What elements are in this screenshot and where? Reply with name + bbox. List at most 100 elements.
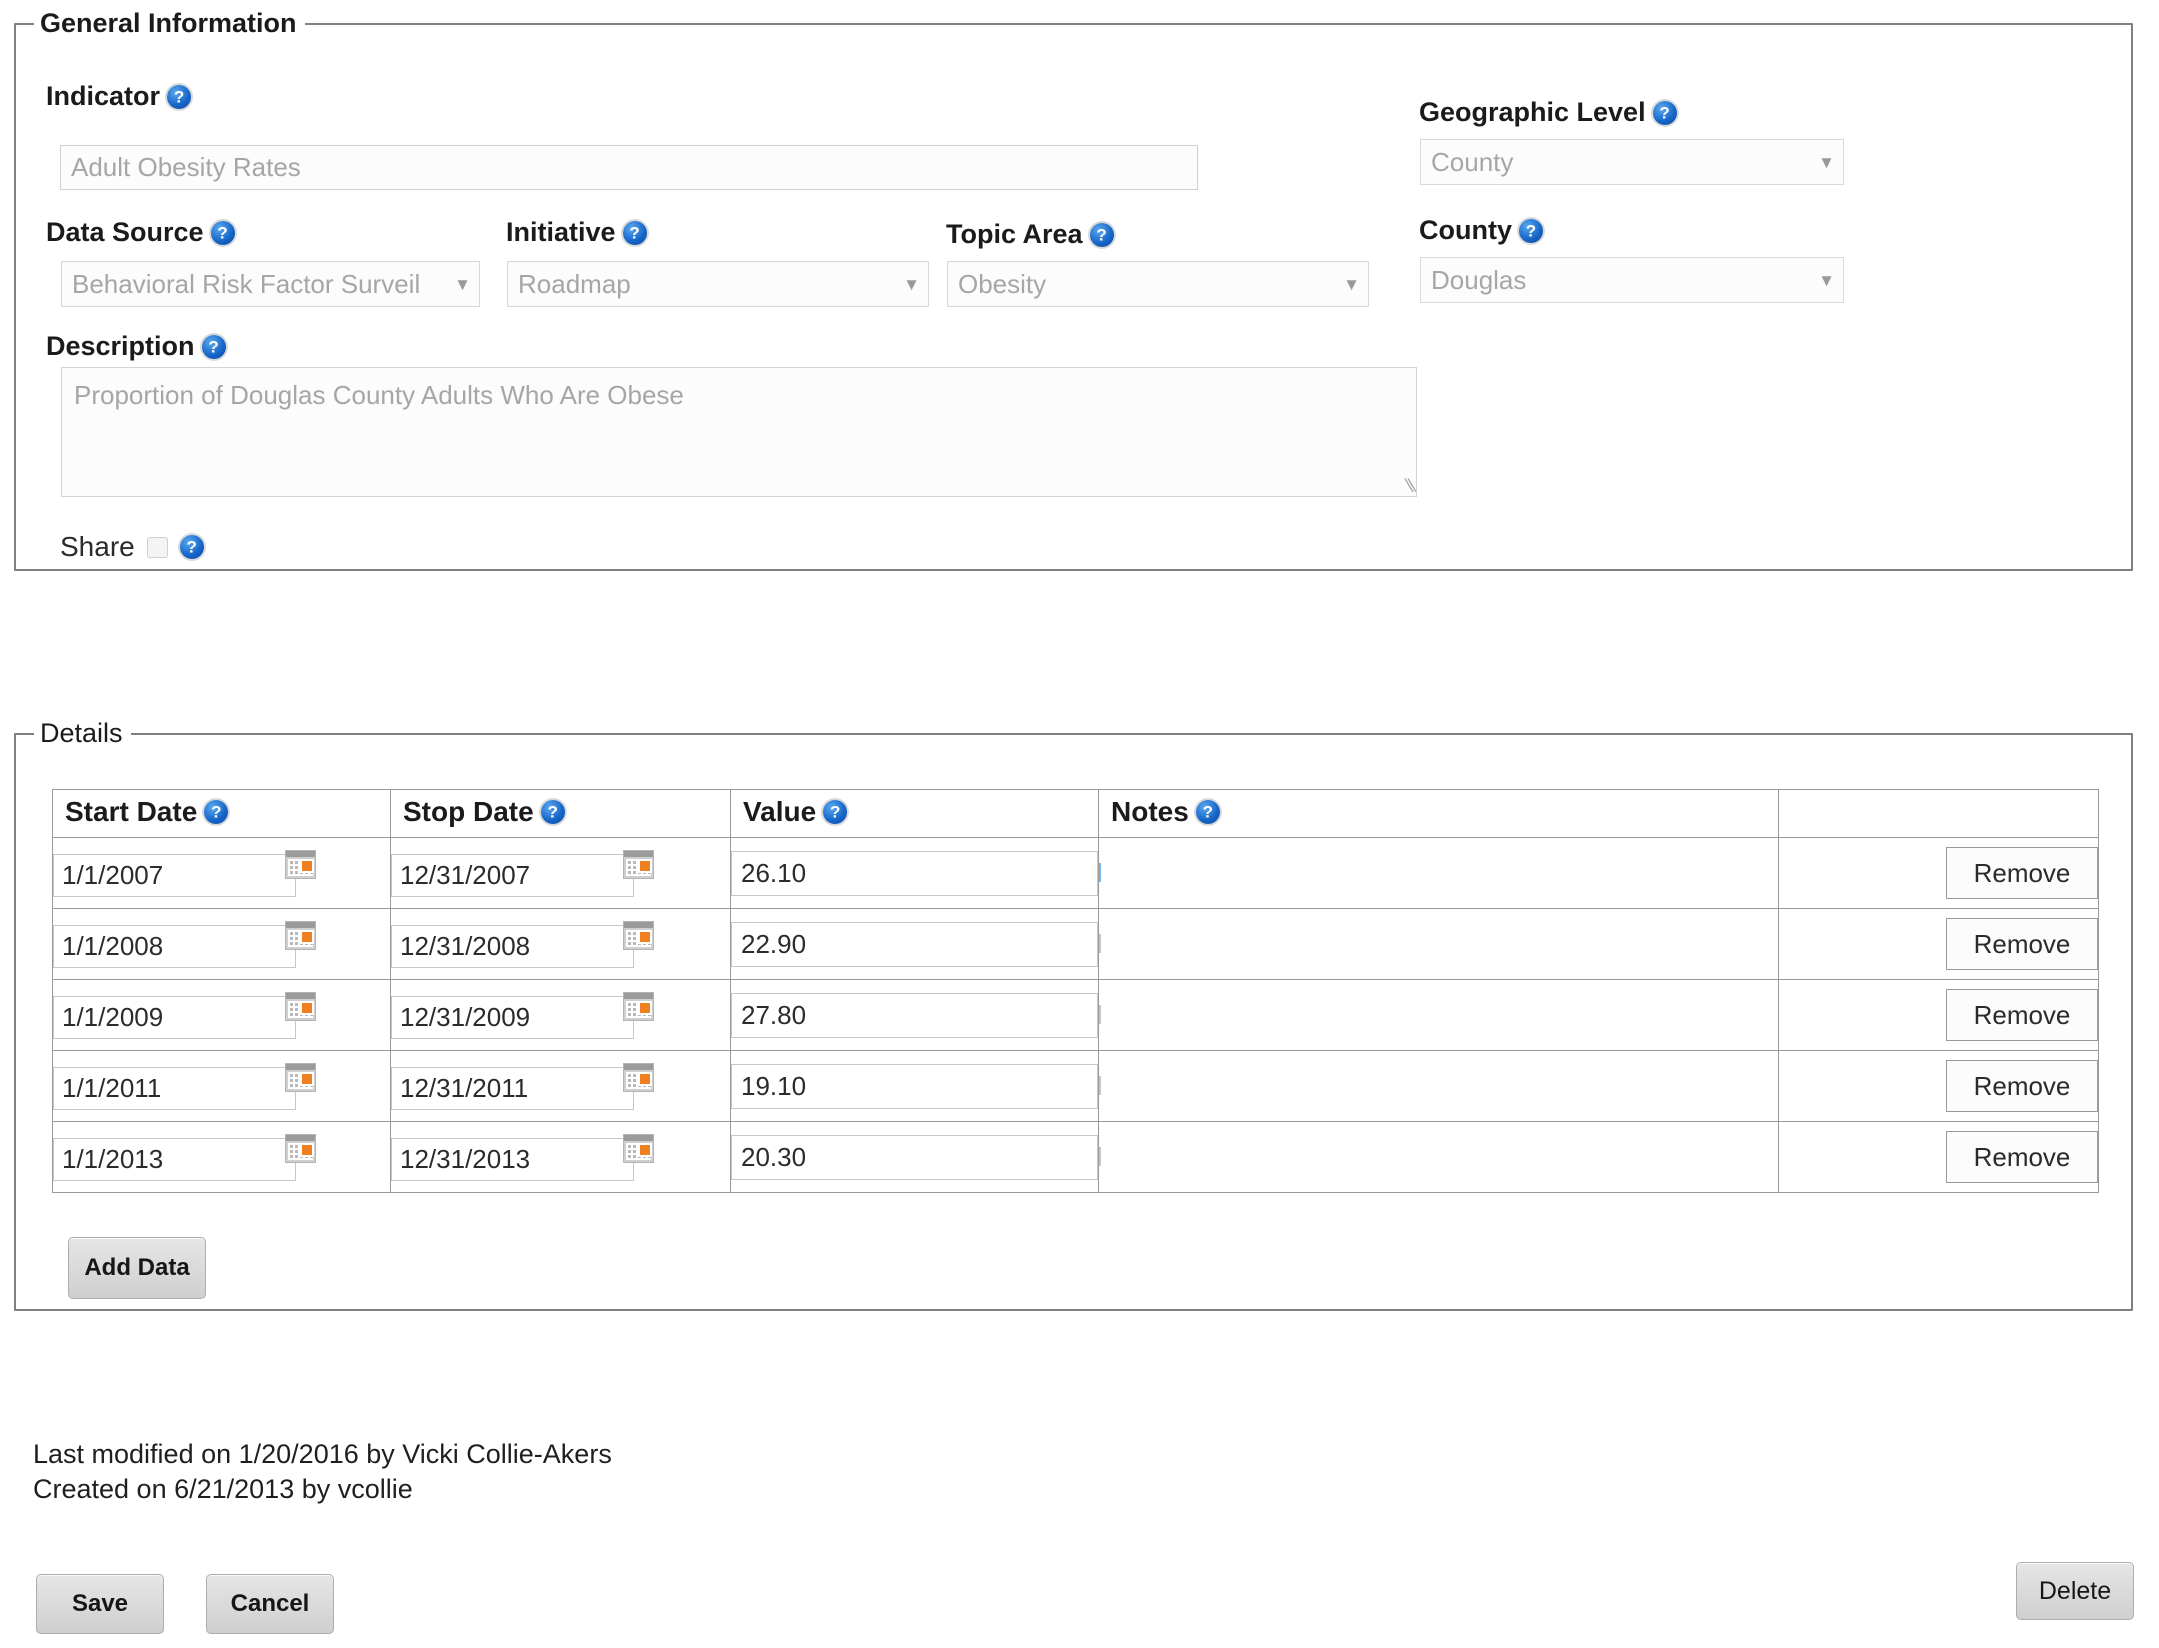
notes-cell (1098, 1050, 1779, 1122)
general-information-fieldset: General Information Indicator Adult Obes… (14, 8, 2133, 571)
stop-date-wrapper: 12/31/2007 (391, 849, 665, 897)
county-select[interactable]: Douglas ▼ (1420, 257, 1844, 303)
value-cell: 22.90 (730, 908, 1099, 980)
help-icon-topic-area[interactable] (1089, 222, 1114, 247)
notes-input[interactable] (1099, 1005, 1101, 1024)
calendar-icon-stop-date[interactable] (623, 849, 654, 879)
calendar-icon-start-date[interactable] (285, 1062, 316, 1092)
initiative-select[interactable]: Roadmap ▼ (507, 261, 929, 307)
chevron-down-icon-geographic-level: ▼ (1818, 152, 1835, 172)
chevron-down-icon-data-source: ▼ (454, 274, 471, 294)
notes-input[interactable] (1099, 1076, 1101, 1095)
help-icon-stop-date[interactable] (540, 799, 565, 824)
last-modified-text: Last modified on 1/20/2016 by Vicki Coll… (33, 1439, 612, 1469)
calendar-icon-start-date[interactable] (285, 849, 316, 879)
col-header-notes-label: Notes (1111, 795, 1189, 827)
data-source-select[interactable]: Behavioral Risk Factor Surveil ▼ (61, 261, 480, 307)
geographic-level-label-row: Geographic Level (1419, 99, 1677, 126)
remove-button[interactable]: Remove (1946, 1060, 2098, 1112)
table-row: 1/1/2008 12/31/2008 22.90 Remove (52, 908, 2099, 980)
value-input[interactable]: 19.10 (731, 1063, 1098, 1109)
help-icon-data-source[interactable] (210, 220, 235, 245)
share-checkbox[interactable] (146, 536, 168, 558)
cancel-button[interactable]: Cancel (206, 1574, 334, 1634)
indicator-input[interactable]: Adult Obesity Rates (60, 145, 1198, 190)
remove-button[interactable]: Remove (1946, 918, 2098, 970)
value-input[interactable]: 26.10 (731, 850, 1098, 896)
help-icon-value[interactable] (823, 799, 848, 824)
calendar-icon-stop-date[interactable] (623, 991, 654, 1021)
stop-date-cell: 12/31/2008 (390, 908, 731, 980)
col-header-value-label: Value (743, 795, 817, 827)
start-date-input[interactable]: 1/1/2009 (53, 995, 296, 1039)
calendar-icon-stop-date[interactable] (623, 920, 654, 950)
record-metadata: Last modified on 1/20/2016 by Vicki Coll… (33, 1437, 612, 1506)
value-cell: 20.30 (730, 1121, 1099, 1193)
start-date-wrapper: 1/1/2009 (53, 991, 327, 1039)
description-label-row: Description (46, 333, 226, 360)
calendar-icon-start-date[interactable] (285, 991, 316, 1021)
value-input[interactable]: 22.90 (731, 921, 1098, 967)
description-textarea[interactable]: Proportion of Douglas County Adults Who … (61, 367, 1417, 497)
delete-button[interactable]: Delete (2016, 1562, 2134, 1620)
help-icon-county[interactable] (1518, 218, 1543, 243)
action-cell: Remove (1778, 1121, 2099, 1193)
help-icon-start-date[interactable] (204, 799, 229, 824)
remove-button[interactable]: Remove (1946, 989, 2098, 1041)
topic-area-select[interactable]: Obesity ▼ (947, 261, 1369, 307)
col-header-stop-date-label: Stop Date (403, 795, 534, 827)
value-cell: 27.80 (730, 979, 1099, 1051)
data-source-value: Behavioral Risk Factor Surveil (72, 268, 421, 299)
calendar-icon-stop-date[interactable] (623, 1062, 654, 1092)
calendar-icon-start-date[interactable] (285, 1133, 316, 1163)
value-input[interactable]: 20.30 (731, 1134, 1098, 1180)
table-row: 1/1/2007 12/31/2007 26.10 Remove (52, 837, 2099, 909)
chevron-down-icon-topic-area: ▼ (1343, 274, 1360, 294)
stop-date-input[interactable]: 12/31/2009 (391, 995, 634, 1039)
help-icon-share[interactable] (179, 535, 204, 559)
notes-input[interactable] (1099, 1147, 1101, 1166)
help-icon-initiative[interactable] (622, 220, 647, 245)
table-row: 1/1/2011 12/31/2011 19.10 Remove (52, 1050, 2099, 1122)
start-date-cell: 1/1/2008 (52, 908, 391, 980)
start-date-cell: 1/1/2009 (52, 979, 391, 1051)
indicator-label-row: Indicator (46, 83, 192, 110)
help-icon-description[interactable] (201, 334, 226, 359)
help-icon-geographic-level[interactable] (1652, 100, 1677, 125)
start-date-input[interactable]: 1/1/2011 (53, 1066, 296, 1110)
stop-date-wrapper: 12/31/2013 (391, 1133, 665, 1181)
value-cell: 19.10 (730, 1050, 1099, 1122)
value-input[interactable]: 27.80 (731, 992, 1098, 1038)
start-date-cell: 1/1/2007 (52, 837, 391, 909)
help-icon-indicator[interactable] (167, 84, 192, 109)
help-icon-notes[interactable] (1195, 799, 1220, 824)
stop-date-wrapper: 12/31/2011 (391, 1062, 665, 1110)
start-date-wrapper: 1/1/2007 (53, 849, 327, 897)
chevron-down-icon-initiative: ▼ (903, 274, 920, 294)
save-button[interactable]: Save (36, 1574, 164, 1634)
notes-input[interactable] (1099, 934, 1101, 953)
start-date-input[interactable]: 1/1/2008 (53, 924, 296, 968)
stop-date-input[interactable]: 12/31/2008 (391, 924, 634, 968)
geographic-level-select[interactable]: County ▼ (1420, 139, 1844, 185)
add-data-button[interactable]: Add Data (68, 1237, 206, 1299)
resize-grip-icon[interactable]: ⁄⁄ (1399, 476, 1413, 496)
notes-input[interactable] (1099, 863, 1101, 882)
remove-button[interactable]: Remove (1946, 1131, 2098, 1183)
remove-button[interactable]: Remove (1946, 847, 2098, 899)
stop-date-input[interactable]: 12/31/2011 (391, 1066, 634, 1110)
topic-area-label-row: Topic Area (946, 221, 1114, 248)
stop-date-input[interactable]: 12/31/2013 (391, 1137, 634, 1181)
start-date-input[interactable]: 1/1/2007 (53, 853, 296, 897)
calendar-icon-stop-date[interactable] (623, 1133, 654, 1163)
start-date-wrapper: 1/1/2008 (53, 920, 327, 968)
start-date-cell: 1/1/2013 (52, 1121, 391, 1193)
stop-date-input[interactable]: 12/31/2007 (391, 853, 634, 897)
notes-cell (1098, 908, 1779, 980)
stop-date-wrapper: 12/31/2008 (391, 920, 665, 968)
calendar-icon-start-date[interactable] (285, 920, 316, 950)
general-information-legend: General Information (40, 8, 297, 38)
notes-cell (1098, 979, 1779, 1051)
start-date-input[interactable]: 1/1/2013 (53, 1137, 296, 1181)
chevron-down-icon-county: ▼ (1818, 270, 1835, 290)
